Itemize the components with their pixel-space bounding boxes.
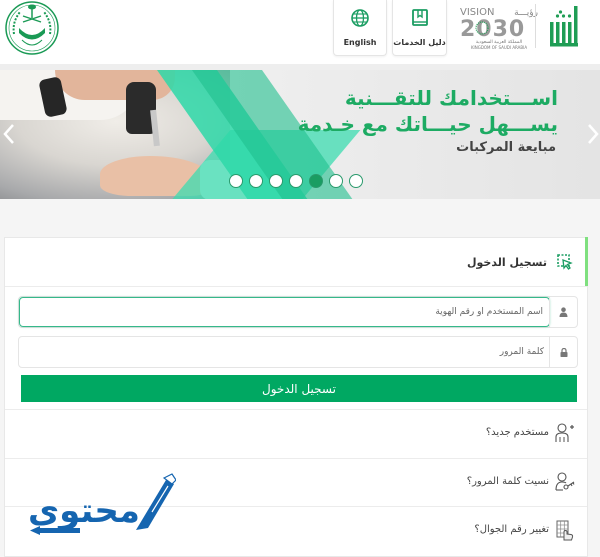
password-addon [549, 337, 577, 367]
forgot-password-label: نسيت كلمة المرور؟ [466, 476, 549, 487]
vision-2030-logo: VISION رؤيـــة 2030 المملكة العربية السع… [460, 7, 538, 50]
lock-icon [560, 347, 567, 357]
banner-headline-line2: يســـهل حيـــاتك مع خـدمة [297, 112, 558, 136]
chevron-left-icon [3, 124, 14, 144]
watermark-text: محتوى [28, 491, 140, 531]
book-icon [411, 9, 428, 26]
carousel-dot[interactable] [329, 174, 343, 188]
carousel-dot[interactable] [249, 174, 263, 188]
new-user-label: مستخدم جديد؟ [485, 427, 549, 438]
login-submit-button[interactable]: تسجيل الدخول [21, 375, 577, 402]
english-language-button[interactable]: English [333, 0, 387, 56]
chevron-right-icon [588, 124, 599, 144]
services-guide-label: دليل الخدمات [393, 38, 446, 47]
carousel-dot[interactable] [229, 174, 243, 188]
login-cursor-icon [557, 254, 573, 270]
username-field [18, 296, 578, 328]
password-field [18, 336, 578, 368]
services-guide-button[interactable]: دليل الخدمات [392, 0, 447, 56]
carousel-next-arrow[interactable] [586, 122, 600, 146]
carousel-indicators [229, 174, 363, 188]
username-addon [549, 297, 577, 327]
carousel-prev-arrow[interactable] [2, 122, 16, 146]
hero-carousel: اســـتخدامك للتقـــنية يســـهل حيـــاتك … [0, 70, 600, 199]
change-mobile-label: تغيير رقم الجوال؟ [474, 524, 549, 535]
banner-key-blade [150, 109, 160, 147]
user-key-icon [555, 472, 575, 491]
new-user-link[interactable]: مستخدم جديد؟ [5, 409, 587, 458]
header-divider [535, 4, 536, 48]
carousel-dot[interactable] [269, 174, 283, 188]
banner-service-name: مبايعة المركبات [456, 140, 556, 155]
password-input[interactable] [19, 337, 550, 367]
add-user-icon [555, 423, 574, 442]
user-icon [559, 307, 568, 317]
mobile-keypad-icon [556, 520, 574, 541]
banner-hand [55, 70, 175, 100]
header: English دليل الخدمات VISION رؤيـــة 2030… [0, 0, 600, 64]
login-panel-header: تسجيل الدخول [5, 238, 587, 287]
absher-logo[interactable] [548, 2, 584, 52]
login-title: تسجيل الدخول [466, 256, 547, 269]
login-panel-accent [585, 237, 588, 286]
vision-sub-english: KINGDOM OF SAUDI ARABIA [471, 45, 527, 50]
mohtawa-watermark-logo: محتوى [28, 473, 176, 535]
english-label: English [343, 38, 377, 47]
globe-icon [351, 9, 369, 27]
carousel-dot[interactable] [349, 174, 363, 188]
carousel-dot[interactable] [289, 174, 303, 188]
carousel-dot[interactable] [309, 174, 323, 188]
vision-year-text: 2030 [460, 17, 525, 42]
banner-headline-line1: اســـتخدامك للتقـــنية [344, 86, 558, 110]
ministry-of-interior-logo[interactable] [4, 0, 60, 56]
username-input[interactable] [19, 297, 550, 327]
